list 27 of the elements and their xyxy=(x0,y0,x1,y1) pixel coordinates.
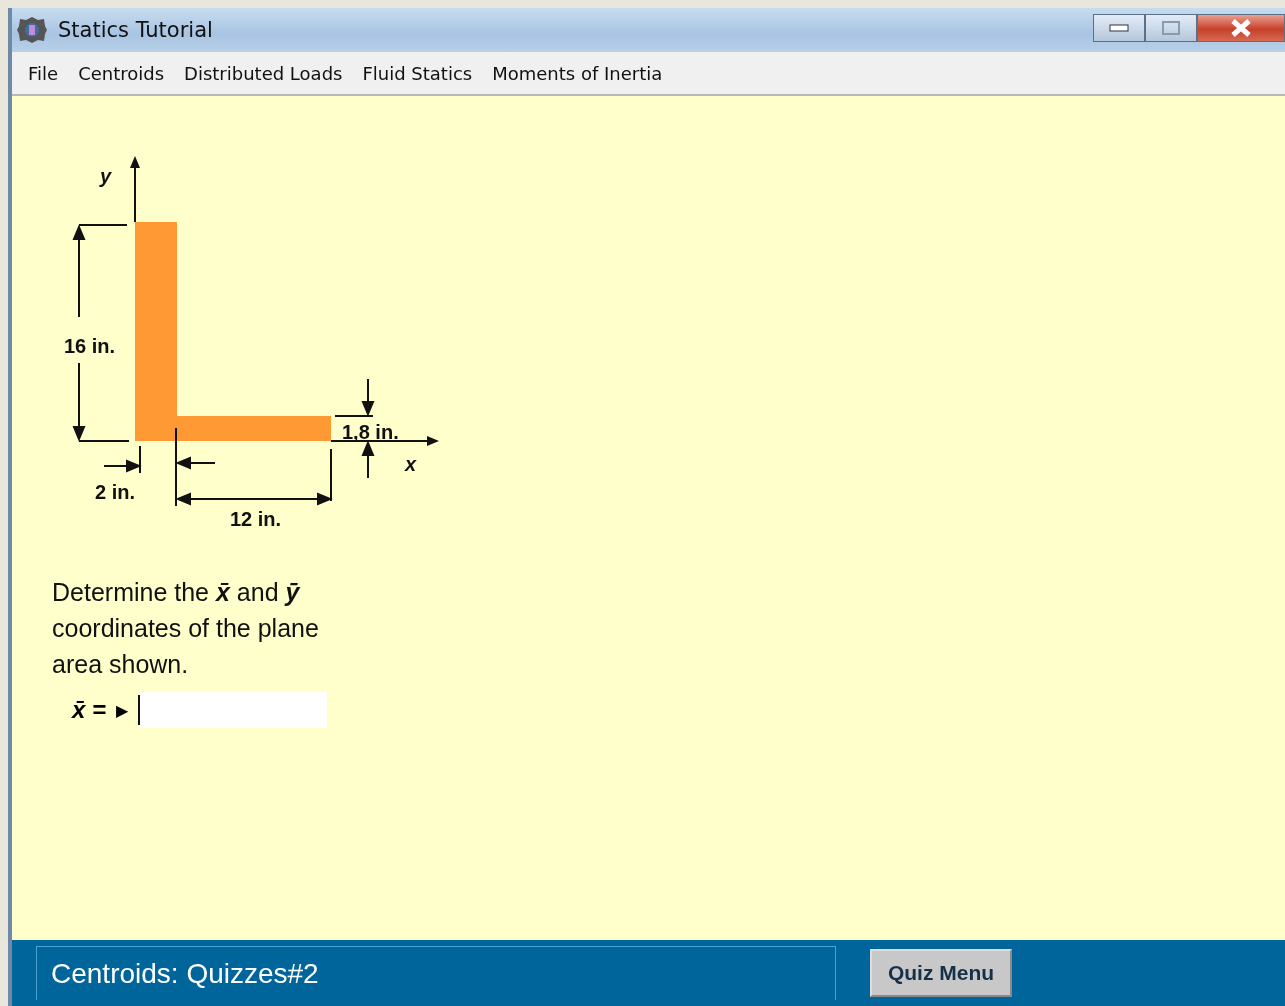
dimension-label: 2 in. xyxy=(95,481,135,503)
menu-item[interactable]: File xyxy=(18,58,69,88)
y-axis xyxy=(130,156,140,223)
dimension-label: 16 in. xyxy=(64,335,116,357)
maximize-button[interactable] xyxy=(1145,14,1197,42)
minimize-button[interactable] xyxy=(1093,14,1145,42)
menu-item[interactable]: Centroids xyxy=(68,58,175,88)
close-icon xyxy=(1230,19,1252,37)
menu-item[interactable]: Moments of Inertia xyxy=(482,58,673,88)
quiz-menu-button[interactable]: Quiz Menu xyxy=(870,949,1012,997)
question-text: Determine the x̄ and ȳ coordinates of the plane area shown. xyxy=(52,577,320,680)
menu-item[interactable]: Fluid Statics xyxy=(352,58,483,88)
minimize-icon xyxy=(1109,24,1129,32)
dimension-label: 12 in. xyxy=(230,508,282,530)
axis-label: y xyxy=(100,165,112,187)
gear-icon xyxy=(16,16,48,44)
axis-label: x xyxy=(405,453,417,475)
menu-item[interactable]: Distributed Loads xyxy=(174,58,353,88)
pointer-marker: ▶ xyxy=(116,700,129,720)
text-cursor xyxy=(138,695,141,725)
answer-field[interactable] xyxy=(140,692,328,728)
answer-label: x̄ = xyxy=(72,696,107,724)
maximize-icon xyxy=(1162,21,1180,35)
status-text: Centroids: Quizzes#2 xyxy=(36,946,836,1000)
dimension-label: 1,8 in. xyxy=(342,421,399,443)
window-title: Statics Tutorial xyxy=(58,18,214,42)
close-button[interactable] xyxy=(1197,14,1285,42)
